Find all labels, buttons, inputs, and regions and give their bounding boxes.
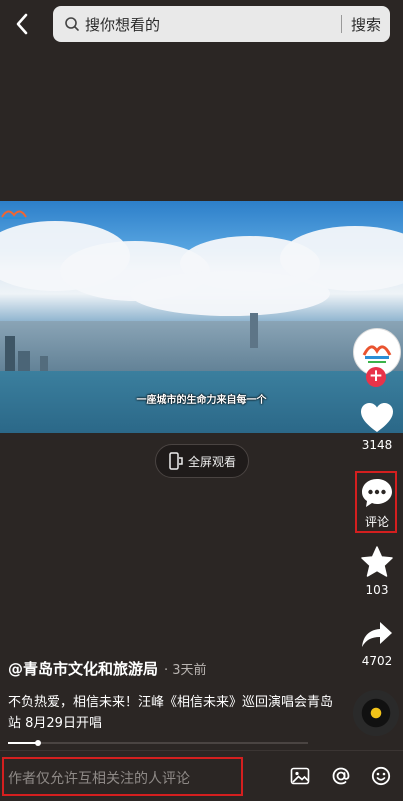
video-subtitle: 一座城市的生命力来自每一个 [136, 395, 267, 406]
fullscreen-icon [169, 452, 183, 470]
fullscreen-button[interactable]: 全屏观看 [155, 444, 249, 478]
music-disc-icon[interactable] [353, 690, 399, 736]
back-icon [16, 13, 28, 35]
mention-button[interactable] [330, 765, 352, 787]
video-progress-bar[interactable] [8, 740, 308, 746]
progress-fill [8, 742, 38, 744]
city-skyline [0, 321, 403, 376]
share-button[interactable]: 4702 [352, 620, 402, 668]
search-bar[interactable]: 搜你想看的 搜索 [53, 6, 390, 42]
fullscreen-label: 全屏观看 [187, 454, 236, 469]
progress-knob[interactable] [35, 740, 41, 746]
image-icon [290, 767, 310, 785]
share-count: 4702 [361, 654, 393, 668]
comment-input-highlight [2, 757, 243, 796]
star-icon [361, 546, 393, 577]
like-count: 3148 [361, 438, 393, 452]
comment-highlight [355, 471, 397, 533]
watermark-logo [1, 210, 27, 219]
tower [250, 313, 258, 348]
post-time: · 3天前 [164, 663, 207, 678]
author-name[interactable]: @青岛市文化和旅游局 [8, 660, 158, 678]
share-icon [362, 622, 392, 647]
post-author-line: @青岛市文化和旅游局 · 3天前 [8, 658, 207, 679]
search-button[interactable]: 搜索 [342, 14, 390, 35]
heart-icon [361, 403, 393, 432]
emoji-icon [371, 766, 391, 786]
image-button[interactable] [289, 765, 311, 787]
like-button[interactable]: 3148 [352, 402, 402, 452]
search-icon [63, 15, 81, 33]
video-player[interactable]: 一座城市的生命力来自每一个 [0, 201, 403, 433]
top-bar: 搜你想看的 搜索 [0, 0, 403, 48]
cloud [130, 271, 330, 316]
follow-button[interactable]: + [366, 367, 386, 387]
favorite-button[interactable]: 103 [352, 545, 402, 597]
search-input[interactable]: 搜你想看的 [85, 14, 341, 35]
post-description: 不负热爱，相信未来！汪峰《相信未来》巡回演唱会青岛站 8月29日开唱 [8, 695, 334, 731]
at-icon [332, 767, 350, 785]
emoji-button[interactable] [370, 765, 392, 787]
back-button[interactable] [8, 8, 36, 40]
favorite-count: 103 [365, 583, 389, 597]
